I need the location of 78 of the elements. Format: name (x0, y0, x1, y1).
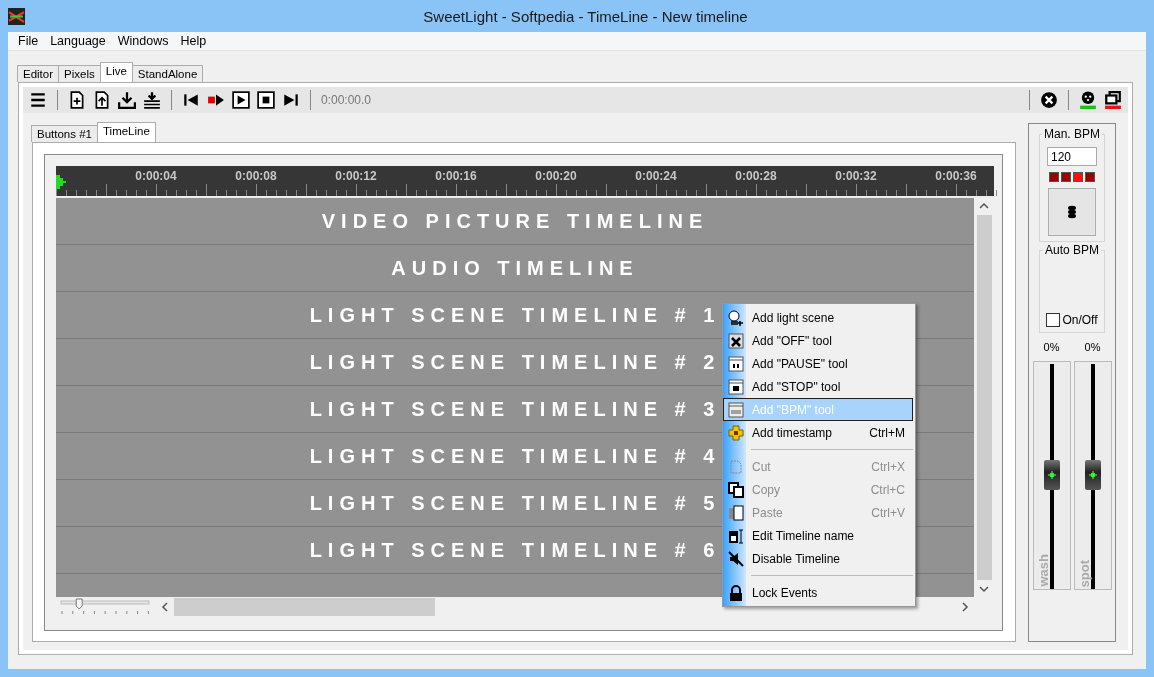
windows-icon[interactable] (1104, 91, 1122, 109)
menu-item[interactable]: File (12, 34, 45, 48)
timestamp-icon (728, 424, 744, 441)
scroll-up-icon (978, 201, 990, 211)
save-icon[interactable] (143, 91, 161, 109)
scroll-right-icon (960, 601, 970, 613)
fader-reading: 0% (1043, 341, 1060, 353)
track-label: LIGHT SCENE TIMELINE # 1 (309, 303, 721, 327)
ruler-label: 0:00:36 (935, 169, 977, 183)
fader-name: wash (1035, 554, 1051, 587)
context-menu-item[interactable]: Add "PAUSE" tool (723, 352, 913, 375)
tab[interactable]: Live (99, 62, 133, 82)
context-menu-item[interactable]: Disable Timeline (723, 547, 913, 570)
track-label: VIDEO PICTURE TIMELINE (321, 209, 709, 233)
tab[interactable]: TimeLine (97, 122, 156, 142)
tab[interactable]: StandAlone (131, 65, 204, 82)
checkbox[interactable] (1046, 313, 1061, 327)
stop-icon (728, 378, 744, 395)
tap-button[interactable] (1048, 188, 1096, 236)
context-menu-item[interactable]: Add light scene (723, 306, 913, 329)
app-logo-icon (8, 7, 25, 25)
bulb-icon (728, 309, 744, 326)
track-label: AUDIO TIMELINE (391, 256, 639, 280)
scroll-down-icon (978, 584, 990, 594)
context-menu-item[interactable]: Edit Timeline name (723, 524, 913, 547)
pause-icon (728, 355, 744, 372)
cross-icon (728, 332, 744, 349)
window-title: SweetLight - Softpedia - TimeLine - New timeline (422, 7, 749, 25)
lock-icon (728, 584, 744, 601)
ruler-label: 0:00:32 (835, 169, 877, 183)
tab[interactable]: Buttons #1 (31, 125, 98, 142)
track-label: LIGHT SCENE TIMELINE # 4 (309, 444, 721, 468)
ruler-label: 0:00:08 (235, 169, 277, 183)
ruler-label: 0:00:12 (335, 169, 377, 183)
ruler-label: 0:00:28 (735, 169, 777, 183)
bpm-field[interactable]: 120 (1047, 147, 1097, 166)
ruler-label: 0:00:20 (535, 169, 577, 183)
close-icon[interactable] (1040, 91, 1058, 109)
track-label: LIGHT SCENE TIMELINE # 5 (309, 491, 721, 515)
text-cursor-icon (728, 527, 744, 544)
fader-handle[interactable] (1084, 459, 1101, 490)
bpm-tool-icon (728, 401, 744, 418)
skip-back-icon[interactable] (182, 91, 200, 109)
stop-icon[interactable] (257, 91, 275, 109)
menu-item[interactable]: Windows (111, 34, 175, 48)
new-file-icon[interactable] (68, 91, 86, 109)
paste-icon (728, 504, 744, 521)
cut-icon (728, 458, 744, 475)
track-label: LIGHT SCENE TIMELINE # 2 (309, 350, 721, 374)
group-title: Man. BPM (1042, 127, 1102, 141)
fader-handle[interactable] (1043, 459, 1060, 490)
ruler-label: 0:00:04 (135, 169, 177, 183)
ruler-label: 0:00:24 (635, 169, 677, 183)
scroll-left-icon (160, 601, 170, 613)
tab[interactable]: Pixels (58, 65, 101, 82)
checkbox-label: On/Off (1062, 313, 1098, 327)
copy-icon (728, 481, 744, 498)
menu-item[interactable]: Help (174, 34, 213, 48)
tab[interactable]: Editor (17, 65, 60, 82)
dmx-connector-icon[interactable] (1079, 91, 1097, 109)
open-file-icon[interactable] (93, 91, 111, 109)
fader-name: spot (1076, 559, 1092, 587)
fader-reading: 0% (1084, 341, 1101, 353)
context-menu-item[interactable]: Lock Events (723, 581, 913, 604)
download-icon[interactable] (118, 91, 136, 109)
track-label: LIGHT SCENE TIMELINE # 3 (309, 397, 721, 421)
track-label: LIGHT SCENE TIMELINE # 6 (309, 538, 721, 562)
playhead-icon (56, 175, 66, 189)
menu-icon[interactable] (29, 91, 47, 109)
time-display: 0:00:00.0 (321, 93, 372, 107)
mute-icon (728, 550, 744, 567)
play-icon[interactable] (232, 91, 250, 109)
zoom-slider-thumb[interactable] (75, 598, 83, 610)
coil-icon (1067, 205, 1077, 219)
group-title: Auto BPM (1043, 243, 1101, 257)
ruler-label: 0:00:16 (435, 169, 477, 183)
menu-item[interactable]: Language (44, 34, 112, 48)
skip-forward-icon[interactable] (282, 91, 300, 109)
